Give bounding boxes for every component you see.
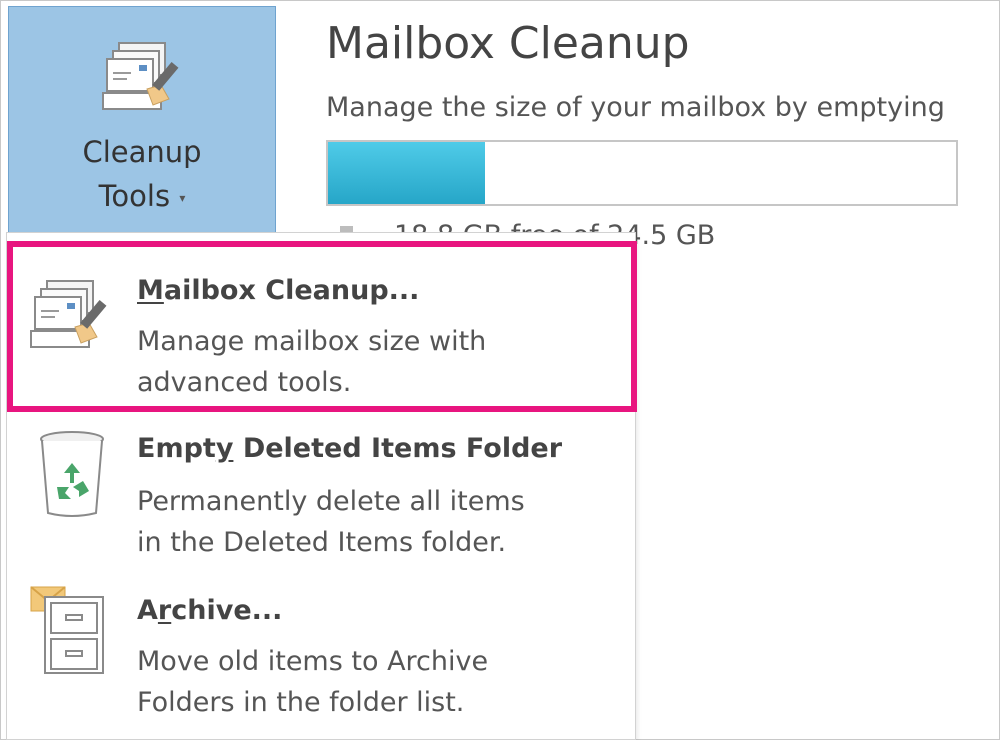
cleanup-tools-label-line1: Cleanup <box>82 135 202 169</box>
menu-item-title: Empty Deleted Items Folder <box>137 433 562 464</box>
page-title: Mailbox Cleanup <box>326 18 690 69</box>
menu-item-description: Permanently delete all items in the Dele… <box>137 481 525 563</box>
archive-cabinet-icon <box>30 586 104 674</box>
menu-item-description: Move old items to Archive Folders in the… <box>137 641 488 723</box>
menu-item-title-text: Empt <box>137 433 216 464</box>
cleanup-tools-label-line2: Tools ▾ <box>9 179 275 213</box>
mailbox-usage-bar <box>326 140 958 206</box>
access-key: y <box>215 433 234 464</box>
menu-item-title-text: A <box>137 595 158 626</box>
menu-item-empty-deleted-items[interactable]: Empty Deleted Items Folder Permanently d… <box>7 421 635 581</box>
menu-item-description-line: Folders in the folder list. <box>137 687 465 718</box>
recycle-bin-icon <box>40 431 104 517</box>
chevron-down-icon: ▾ <box>179 191 186 205</box>
selection-highlight-box <box>7 241 637 412</box>
cleanup-tools-button[interactable]: Cleanup Tools ▾ <box>8 6 276 238</box>
menu-item-description-line: Move old items to Archive <box>137 646 489 677</box>
cleanup-tools-menu: Mailbox Cleanup... Manage mailbox size w… <box>6 232 637 740</box>
menu-item-title-text: Deleted Items Folder <box>233 433 563 464</box>
menu-item-description-line: in the Deleted Items folder. <box>137 527 507 558</box>
menu-item-title-text: chive... <box>171 595 283 626</box>
menu-item-archive[interactable]: Archive... Move old items to Archive Fol… <box>7 585 635 735</box>
menu-item-mailbox-cleanup[interactable]: Mailbox Cleanup... Manage mailbox size w… <box>7 241 637 412</box>
mailbox-usage-fill <box>328 142 485 204</box>
cleanup-tools-label-text: Tools <box>98 179 171 213</box>
access-key: r <box>157 595 172 626</box>
page-description: Manage the size of your mailbox by empty… <box>326 92 945 123</box>
menu-item-title: Archive... <box>137 595 282 626</box>
menu-item-description-line: Permanently delete all items <box>137 486 525 517</box>
mailbox-cleanup-icon <box>102 42 179 110</box>
